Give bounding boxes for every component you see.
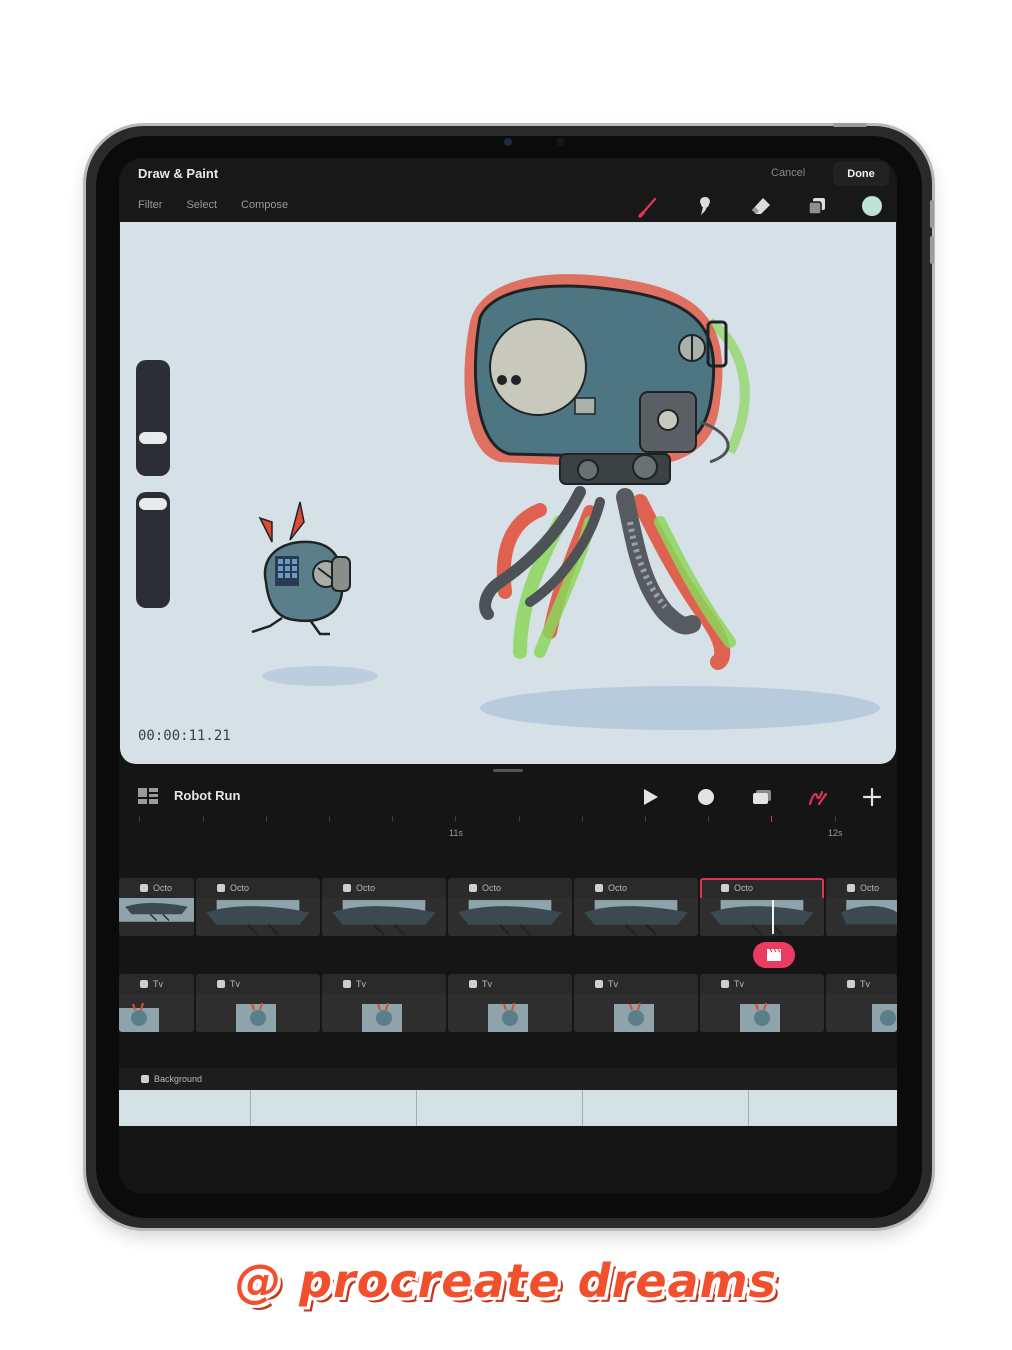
playhead[interactable] (772, 900, 774, 934)
play-icon[interactable] (639, 786, 661, 808)
clip-visibility-checkbox[interactable] (217, 980, 225, 988)
clip-visibility-checkbox[interactable] (343, 980, 351, 988)
clip-visibility-checkbox[interactable] (595, 884, 603, 892)
clip-label: Tv (734, 979, 744, 989)
opacity-slider[interactable] (136, 492, 170, 608)
clip-tv[interactable]: Tv (322, 974, 446, 1032)
power-button (833, 123, 867, 127)
clip-octo-selected[interactable]: Octo (700, 878, 824, 936)
watermark: @ procreate dreams (235, 1254, 777, 1308)
clip-visibility-checkbox[interactable] (847, 980, 855, 988)
clip-visibility-checkbox[interactable] (343, 884, 351, 892)
clip-label: Tv (230, 979, 240, 989)
clip-visibility-checkbox[interactable] (469, 980, 477, 988)
clip-label: Octo (153, 883, 173, 893)
clip-label: Tv (860, 979, 870, 989)
clip-tv[interactable]: Tv (196, 974, 320, 1032)
clip-label: Octo (608, 883, 628, 893)
clip-tv[interactable]: Tv (119, 974, 194, 1032)
track-octo: Octo Octo Octo Octo Octo Octo Octo (119, 878, 897, 936)
clip-visibility-checkbox[interactable] (217, 884, 225, 892)
project-name: Robot Run (174, 788, 241, 803)
flipbook-clip-button[interactable] (753, 942, 795, 968)
clip-visibility-checkbox[interactable] (721, 980, 729, 988)
app-screen: Draw & Paint Filter Select Compose Cance… (119, 158, 897, 1194)
timecode: 00:00:11.21 (138, 728, 231, 744)
front-camera (504, 138, 512, 146)
clip-label: Tv (608, 979, 618, 989)
timeline-header: Robot Run (119, 776, 897, 814)
background-visibility-checkbox[interactable] (141, 1075, 149, 1083)
top-bar: Draw & Paint Filter Select Compose Cance… (119, 158, 897, 222)
ruler-label-11s: 11s (449, 828, 463, 838)
clip-octo[interactable]: Octo (574, 878, 698, 936)
clip-tv[interactable]: Tv (700, 974, 824, 1032)
app-title: Draw & Paint (138, 166, 219, 181)
drawing-canvas[interactable]: 00:00:11.21 (120, 222, 896, 764)
color-picker[interactable] (862, 196, 882, 216)
clip-octo[interactable]: Octo (119, 878, 194, 936)
clip-tv[interactable]: Tv (448, 974, 572, 1032)
clip-visibility-checkbox[interactable] (140, 980, 148, 988)
clip-label: Octo (482, 883, 502, 893)
clip-visibility-checkbox[interactable] (469, 884, 477, 892)
sensor (556, 137, 565, 146)
clip-label: Tv (482, 979, 492, 989)
clip-label: Octo (860, 883, 880, 893)
smudge-icon[interactable] (693, 194, 717, 218)
ruler-label-12s: 12s (828, 828, 843, 838)
add-icon[interactable] (861, 786, 883, 808)
track-tv: Tv Tv Tv Tv Tv Tv Tv (119, 974, 897, 1032)
track-background[interactable]: Background (119, 1068, 897, 1126)
clip-octo[interactable]: Octo (196, 878, 320, 936)
background-track-label: Background (154, 1074, 203, 1084)
draw-mode-icon[interactable] (807, 786, 829, 808)
clip-visibility-checkbox[interactable] (140, 884, 148, 892)
clip-tv[interactable]: Tv (826, 974, 897, 1032)
clip-label: Tv (153, 979, 163, 989)
clip-octo[interactable]: Octo (322, 878, 446, 936)
clip-label: Tv (356, 979, 366, 989)
artwork (251, 274, 880, 730)
flipbook-icon[interactable] (751, 786, 773, 808)
layers-icon[interactable] (805, 194, 829, 218)
clip-octo[interactable]: Octo (826, 878, 897, 936)
time-ruler[interactable]: 11s 12s (119, 812, 897, 842)
volume-up-button (930, 200, 934, 228)
clip-visibility-checkbox[interactable] (595, 980, 603, 988)
done-button[interactable]: Done (833, 162, 889, 186)
brush-size-slider[interactable] (136, 360, 170, 476)
background-track-header: Background (119, 1068, 897, 1090)
timeline-resize-handle[interactable] (493, 769, 523, 772)
timeline-panel: Robot Run 11s 12s Octo Octo Octo Octo Oc… (119, 766, 897, 1194)
opacity-knob[interactable] (139, 498, 167, 510)
brush-icon[interactable] (637, 194, 661, 218)
clip-visibility-checkbox[interactable] (721, 884, 729, 892)
clip-tv[interactable]: Tv (574, 974, 698, 1032)
project-grid-icon[interactable] (138, 788, 158, 804)
tool-bar (119, 194, 897, 220)
clip-label: Octo (356, 883, 376, 893)
clip-visibility-checkbox[interactable] (847, 884, 855, 892)
brush-size-knob[interactable] (139, 432, 167, 444)
record-icon[interactable] (695, 786, 717, 808)
page: Draw & Paint Filter Select Compose Cance… (0, 0, 1012, 1350)
clip-label: Octo (230, 883, 250, 893)
volume-down-button (930, 236, 934, 264)
clapperboard-icon (767, 948, 781, 961)
clip-label: Octo (734, 883, 754, 893)
cancel-button[interactable]: Cancel (771, 167, 805, 179)
eraser-icon[interactable] (749, 194, 773, 218)
background-clip[interactable] (119, 1090, 897, 1126)
clip-octo[interactable]: Octo (448, 878, 572, 936)
